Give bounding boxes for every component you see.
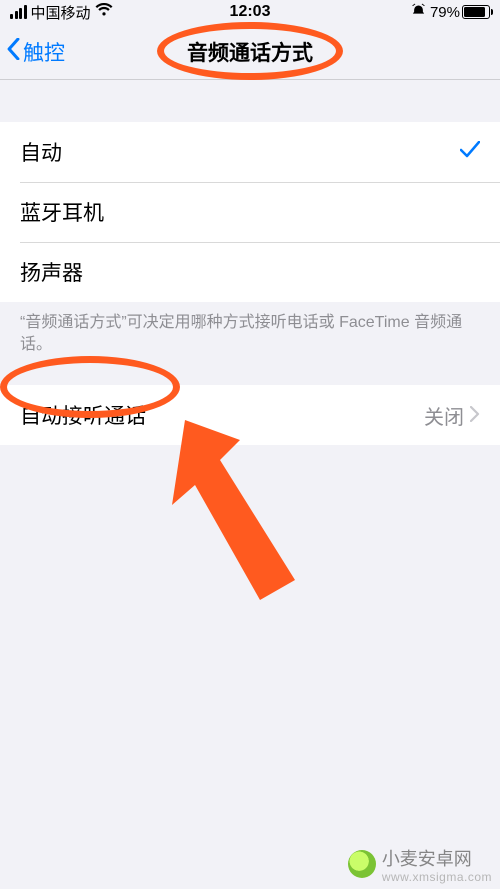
status-left: 中国移动 — [10, 2, 113, 23]
chevron-left-icon — [6, 38, 21, 66]
signal-icon — [10, 5, 27, 19]
chevron-right-icon — [470, 402, 480, 428]
row-value: 关闭 — [424, 401, 480, 430]
alarm-icon — [411, 3, 426, 21]
status-time: 12:03 — [230, 3, 271, 21]
wifi-icon — [95, 3, 113, 22]
checkmark-icon — [460, 138, 480, 166]
auto-answer-row[interactable]: 自动接听通话 关闭 — [0, 385, 500, 445]
option-label: 蓝牙耳机 — [20, 197, 104, 227]
status-right: 79% — [411, 3, 490, 21]
watermark-url: www.xmsigma.com — [382, 871, 492, 883]
back-button[interactable]: 触控 — [0, 37, 65, 67]
watermark-name: 小麦安卓网 — [382, 845, 472, 871]
watermark: 小麦安卓网 www.xmsigma.com — [348, 845, 492, 883]
page-title: 音频通话方式 — [187, 37, 313, 67]
option-bluetooth[interactable]: 蓝牙耳机 — [0, 182, 500, 242]
nav-bar: 触控 音频通话方式 — [0, 24, 500, 80]
carrier-label: 中国移动 — [31, 2, 91, 23]
option-label: 扬声器 — [20, 257, 83, 287]
battery-indicator: 79% — [430, 4, 490, 21]
battery-icon — [462, 5, 490, 19]
option-label: 自动 — [20, 137, 62, 167]
back-label: 触控 — [23, 37, 65, 67]
auto-answer-value: 关闭 — [424, 401, 464, 430]
section-footer: “音频通话方式”可决定用哪种方式接听电话或 FaceTime 音频通话。 — [0, 302, 500, 355]
option-speaker[interactable]: 扬声器 — [0, 242, 500, 302]
auto-answer-group: 自动接听通话 关闭 — [0, 385, 500, 445]
routing-options-list: 自动 蓝牙耳机 扬声器 — [0, 122, 500, 302]
watermark-logo-icon — [348, 850, 376, 878]
option-auto[interactable]: 自动 — [0, 122, 500, 182]
auto-answer-label: 自动接听通话 — [20, 400, 146, 430]
status-bar: 中国移动 12:03 79% — [0, 0, 500, 24]
